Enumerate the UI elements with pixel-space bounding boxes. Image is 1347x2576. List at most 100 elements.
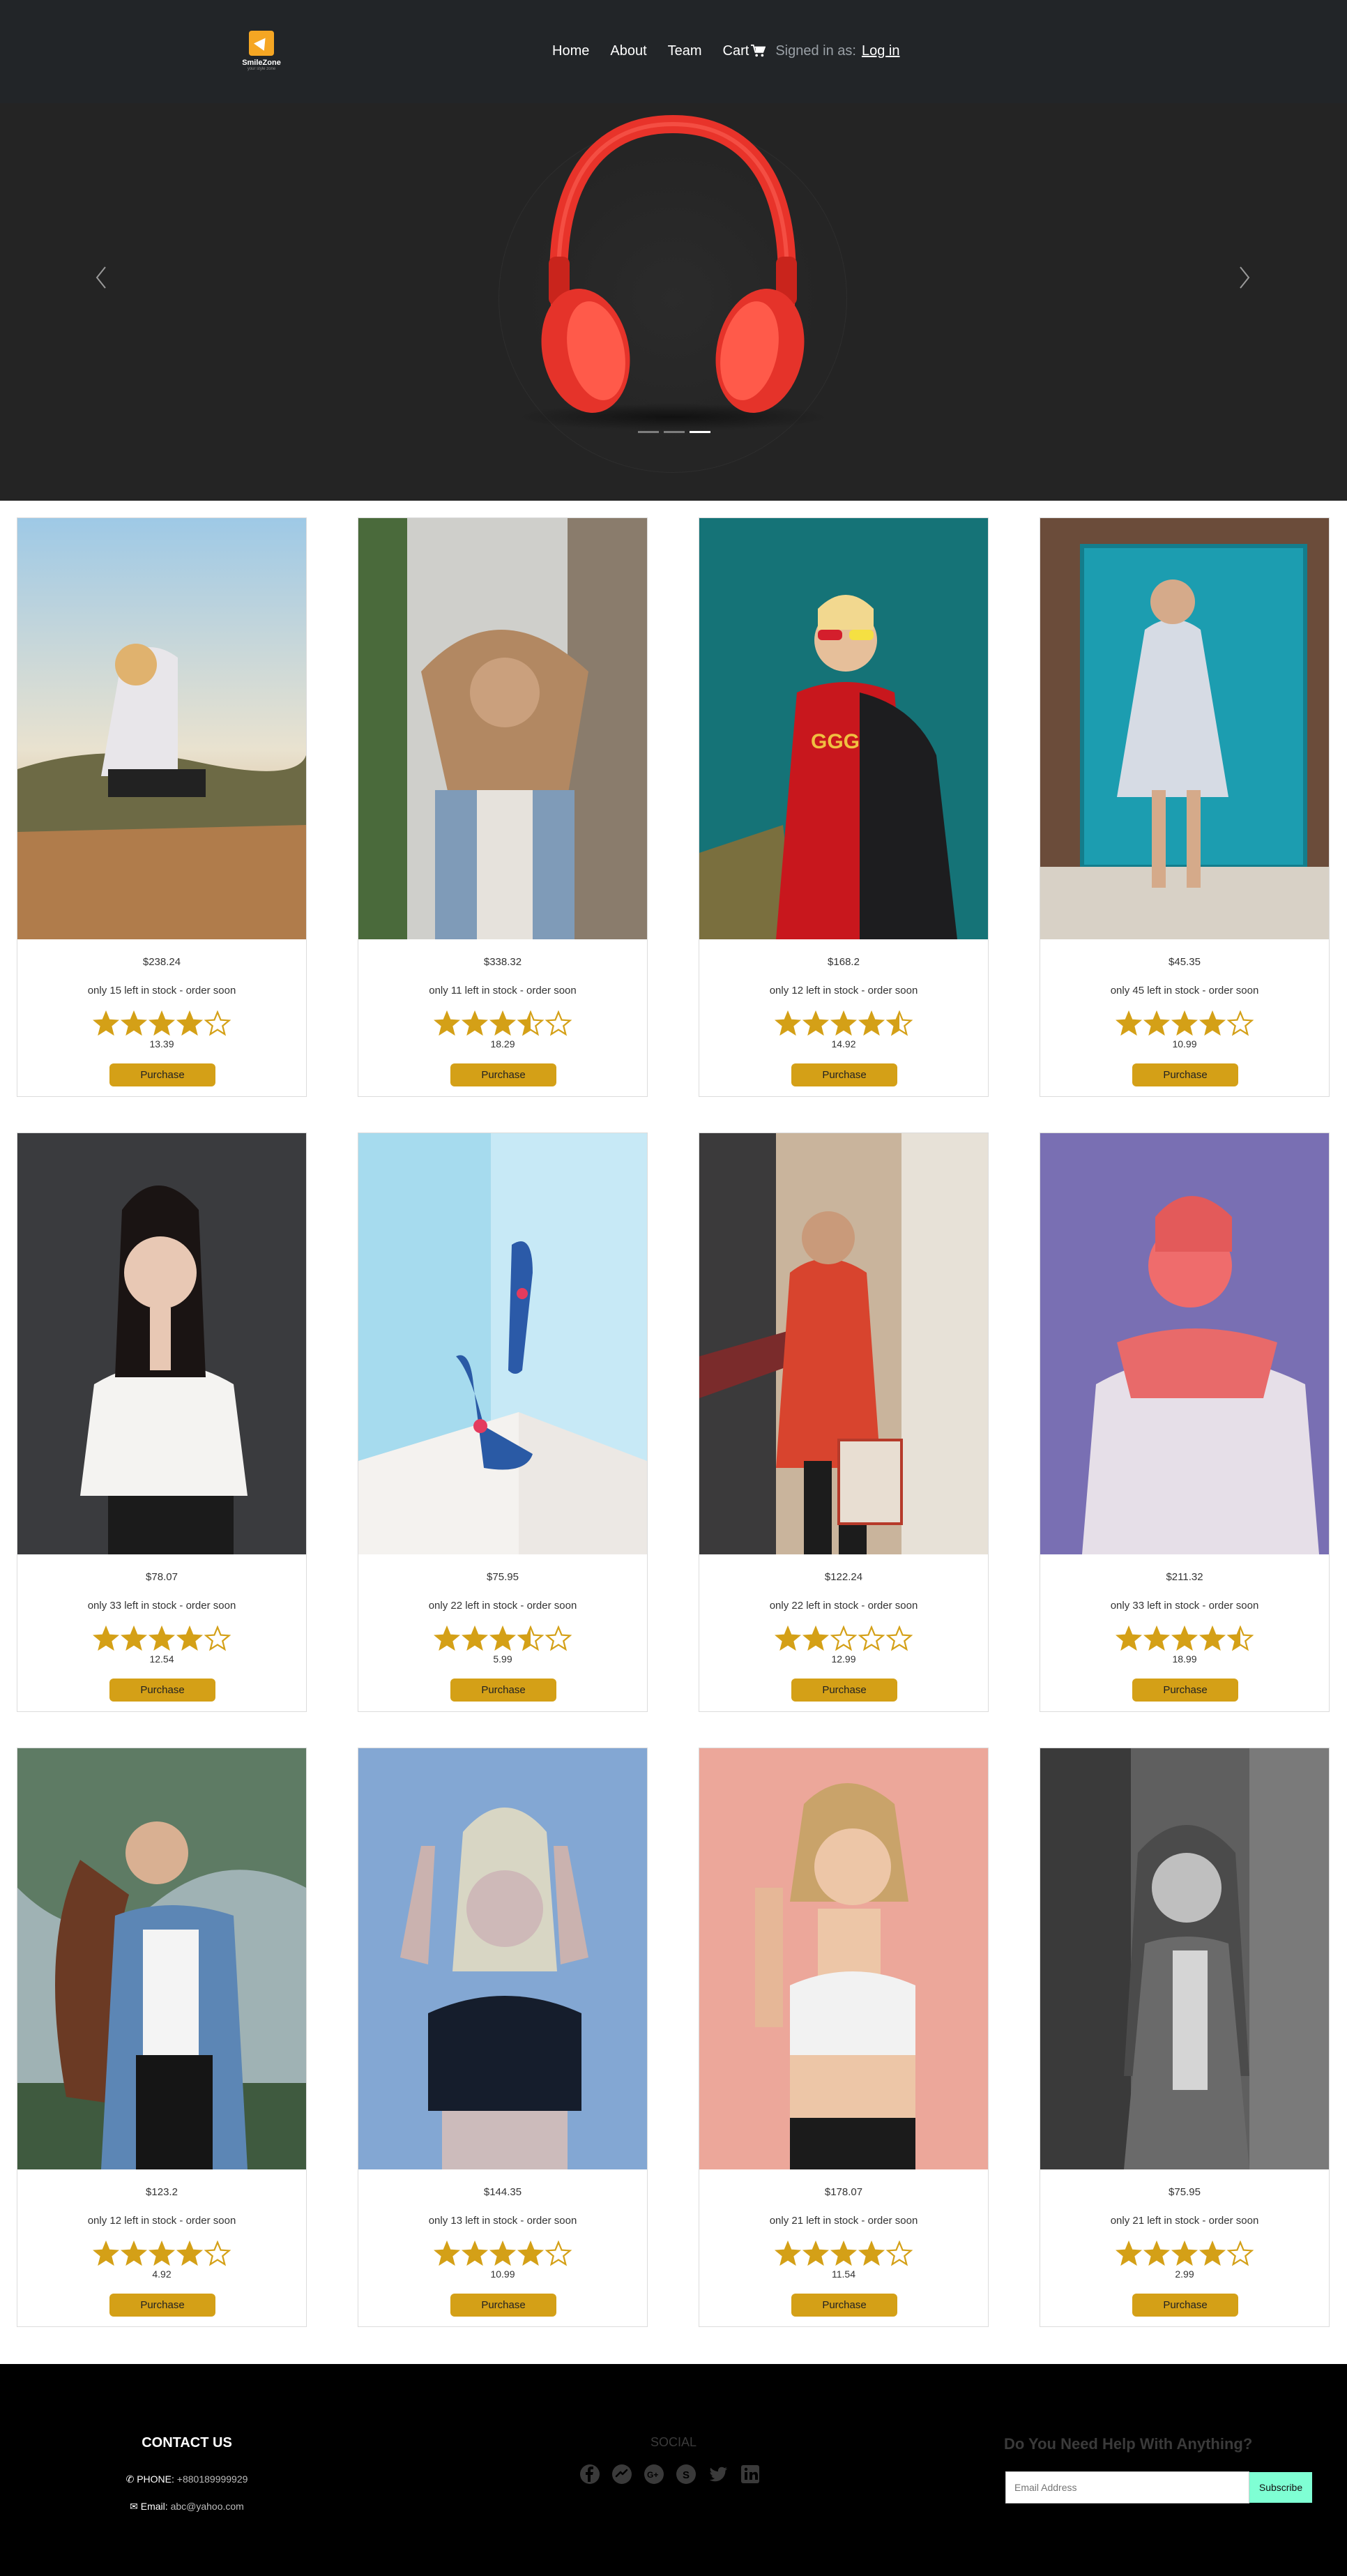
product-rating-stars xyxy=(1040,1626,1329,1652)
product-rating-stars xyxy=(17,2241,306,2267)
product-image[interactable] xyxy=(699,1748,988,2169)
nav-team[interactable]: Team xyxy=(668,43,702,59)
nav-cart-label: Cart xyxy=(722,43,749,59)
carousel-indicator-active[interactable] xyxy=(690,431,710,433)
purchase-button[interactable]: Purchase xyxy=(450,1679,556,1702)
skype-icon[interactable]: S xyxy=(675,2463,697,2485)
google-plus-icon[interactable]: G+ xyxy=(643,2463,665,2485)
star-filled-icon xyxy=(1143,1010,1170,1036)
product-rating-value: 11.54 xyxy=(832,2268,855,2280)
product-image[interactable] xyxy=(17,1133,306,1554)
contact-phone: ✆ PHONE: +880189999929 xyxy=(82,2473,291,2485)
carousel-indicator[interactable] xyxy=(638,431,659,433)
product-image[interactable]: GGG xyxy=(699,518,988,939)
purchase-button[interactable]: Purchase xyxy=(109,2294,215,2317)
product-image[interactable] xyxy=(358,518,647,939)
purchase-button[interactable]: Purchase xyxy=(450,1063,556,1086)
product-price: $75.95 xyxy=(1169,2186,1201,2198)
star-empty-icon xyxy=(830,1626,857,1651)
product-image[interactable] xyxy=(17,518,306,939)
subscribe-button[interactable]: Subscribe xyxy=(1249,2472,1312,2503)
star-filled-icon xyxy=(176,2241,203,2266)
purchase-button[interactable]: Purchase xyxy=(450,2294,556,2317)
product-image[interactable] xyxy=(1040,1133,1329,1554)
svg-text:G+: G+ xyxy=(647,2470,658,2480)
product-rating-value: 10.99 xyxy=(1172,1038,1197,1050)
product-price: $45.35 xyxy=(1169,956,1201,968)
product-rating-value: 14.92 xyxy=(831,1038,856,1050)
social-icons: G+ S xyxy=(579,2463,761,2485)
product-image[interactable] xyxy=(699,1133,988,1554)
product-rating-value: 12.54 xyxy=(149,1653,174,1665)
product-price: $144.35 xyxy=(483,2186,522,2198)
star-filled-icon xyxy=(434,2241,460,2266)
product-card: $178.07 only 21 left in stock - order soo… xyxy=(699,1748,989,2327)
star-filled-icon xyxy=(1116,1626,1142,1651)
product-card: $211.32 only 33 left in stock - order soo… xyxy=(1040,1132,1330,1712)
star-half-icon xyxy=(517,1626,544,1651)
star-empty-icon xyxy=(858,1626,885,1651)
linkedin-icon[interactable] xyxy=(739,2463,761,2485)
brand-name: SmileZone xyxy=(242,59,281,67)
carousel-prev-button[interactable] xyxy=(87,260,115,295)
nav-about[interactable]: About xyxy=(610,43,646,59)
contact-email: ✉ Email: abc@yahoo.com xyxy=(82,2501,291,2513)
product-price: $122.24 xyxy=(824,1571,863,1583)
purchase-button[interactable]: Purchase xyxy=(791,1063,897,1086)
star-filled-icon xyxy=(1143,1626,1170,1651)
product-stock: only 22 left in stock - order soon xyxy=(428,1600,577,1612)
product-image[interactable] xyxy=(358,1748,647,2169)
star-filled-icon xyxy=(1199,1626,1226,1651)
product-stock: only 33 left in stock - order soon xyxy=(87,1600,236,1612)
product-stock: only 15 left in stock - order soon xyxy=(87,985,236,997)
navbar: SmileZone your style zone Home About Tea… xyxy=(0,0,1347,103)
purchase-button[interactable]: Purchase xyxy=(109,1063,215,1086)
product-stock: only 45 left in stock - order soon xyxy=(1110,985,1259,997)
product-price: $178.07 xyxy=(824,2186,863,2198)
star-filled-icon xyxy=(489,1010,516,1036)
email-value[interactable]: abc@yahoo.com xyxy=(171,2501,244,2512)
product-stock: only 12 left in stock - order soon xyxy=(87,2215,236,2227)
product-price: $238.24 xyxy=(142,956,181,968)
product-image[interactable] xyxy=(358,1133,647,1554)
star-filled-icon xyxy=(775,2241,801,2266)
nav-home[interactable]: Home xyxy=(552,43,589,59)
purchase-button[interactable]: Purchase xyxy=(791,1679,897,1702)
newsletter-email-input[interactable] xyxy=(1005,2471,1249,2503)
star-empty-icon xyxy=(1227,2241,1254,2266)
carousel-indicator[interactable] xyxy=(664,431,685,433)
product-rating-stars xyxy=(358,1010,647,1037)
carousel-next-button[interactable] xyxy=(1231,260,1258,295)
hero-carousel xyxy=(0,103,1347,501)
product-rating-stars xyxy=(699,1626,988,1652)
star-filled-icon xyxy=(121,1626,147,1651)
star-empty-icon xyxy=(1227,1010,1254,1036)
brand-tagline: your style zone xyxy=(247,67,276,71)
phone-icon: ✆ xyxy=(125,2473,135,2485)
star-filled-icon xyxy=(775,1626,801,1651)
phone-value[interactable]: +880189999929 xyxy=(177,2473,248,2485)
product-image[interactable] xyxy=(1040,1748,1329,2169)
purchase-button[interactable]: Purchase xyxy=(791,2294,897,2317)
facebook-icon[interactable] xyxy=(579,2463,601,2485)
purchase-button[interactable]: Purchase xyxy=(1132,1063,1238,1086)
star-filled-icon xyxy=(830,2241,857,2266)
product-rating-value: 18.29 xyxy=(490,1038,515,1050)
star-filled-icon xyxy=(93,1010,119,1036)
twitter-icon[interactable] xyxy=(707,2463,729,2485)
purchase-button[interactable]: Purchase xyxy=(1132,2294,1238,2317)
product-image[interactable] xyxy=(17,1748,306,2169)
product-price: $78.07 xyxy=(146,1571,178,1583)
messenger-icon[interactable] xyxy=(611,2463,633,2485)
login-link[interactable]: Log in xyxy=(862,43,900,59)
product-price: $123.2 xyxy=(146,2186,178,2198)
purchase-button[interactable]: Purchase xyxy=(1132,1679,1238,1702)
star-empty-icon xyxy=(545,1626,572,1651)
product-image[interactable] xyxy=(1040,518,1329,939)
purchase-button[interactable]: Purchase xyxy=(109,1679,215,1702)
nav-cart[interactable]: Cart xyxy=(723,43,766,59)
star-filled-icon xyxy=(858,2241,885,2266)
product-card: $78.07 only 33 left in stock - order soon… xyxy=(17,1132,307,1712)
brand-logo[interactable]: SmileZone your style zone xyxy=(237,31,286,73)
star-filled-icon xyxy=(93,1626,119,1651)
